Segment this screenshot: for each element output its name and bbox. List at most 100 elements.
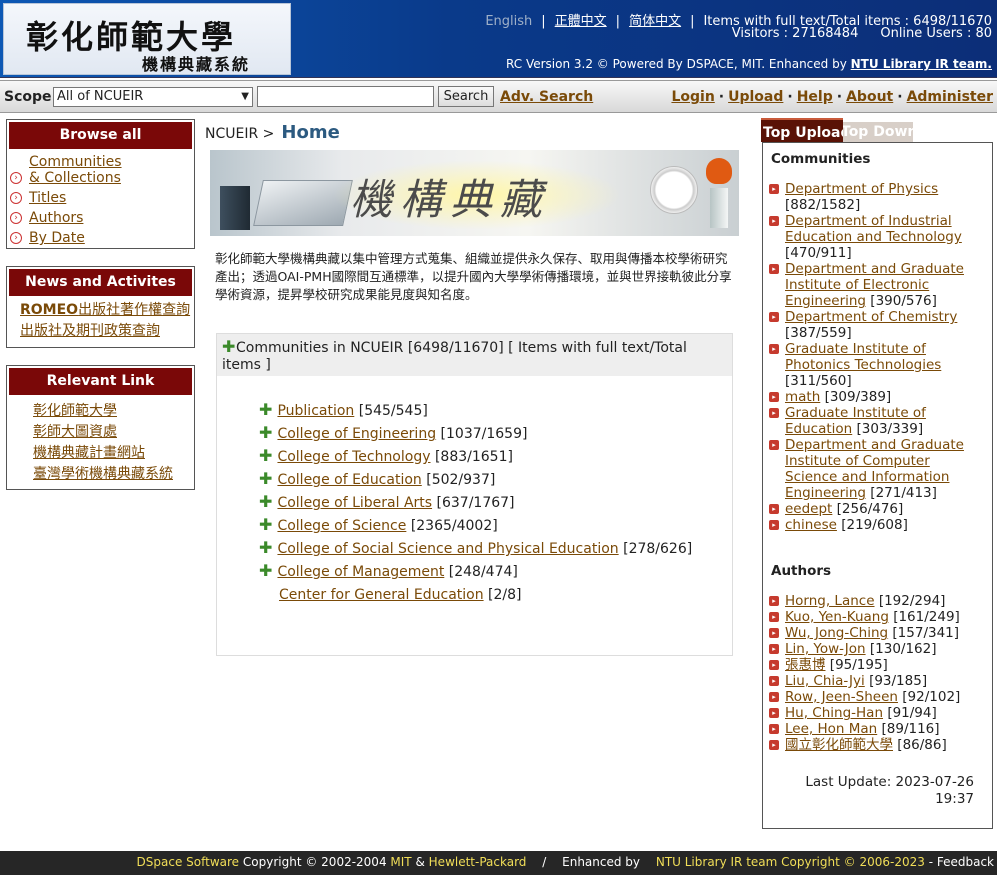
footer-enhanced: Enhanced by: [562, 855, 641, 869]
ir-project-link[interactable]: 機構典藏計畫網站: [33, 445, 145, 461]
relevant-link-item[interactable]: 彰化師範大學: [7, 401, 194, 422]
plus-icon[interactable]: ✚: [259, 563, 273, 579]
ranking-link-cont[interactable]: Engineering: [785, 293, 866, 309]
hp-link[interactable]: Hewlett-Packard: [429, 855, 527, 869]
ncue-link[interactable]: 彰化師範大學: [33, 403, 117, 419]
ranking-link-cont[interactable]: Institute of Electronic: [785, 277, 929, 293]
arrow-square-icon: ▸: [769, 520, 779, 530]
administer-link[interactable]: Administer: [907, 89, 993, 105]
arrow-square-icon: ▸: [769, 392, 779, 402]
browse-authors-link[interactable]: Authors: [29, 210, 83, 226]
author-link[interactable]: Hu, Ching-Han: [785, 705, 883, 721]
plus-icon[interactable]: ✚: [222, 339, 236, 355]
author-link[interactable]: Horng, Lance: [785, 593, 875, 609]
ranking-link[interactable]: Department and Graduate: [785, 261, 964, 277]
intro-text: 彰化師範大學機構典藏以集中管理方式蒐集、組織並提供永久保存、取用與傳播本校學術研…: [215, 251, 732, 302]
lang-simplified-link[interactable]: 简体中文: [629, 14, 681, 29]
ranking-link-cont[interactable]: Engineering: [785, 485, 866, 501]
browse-authors[interactable]: › Authors: [7, 208, 194, 228]
ranking-link-cont[interactable]: Education and Technology: [785, 229, 962, 245]
plus-icon[interactable]: ✚: [259, 471, 273, 487]
plus-icon[interactable]: ✚: [259, 425, 273, 441]
author-link[interactable]: Wu, Jong-Ching: [785, 625, 888, 641]
community-link[interactable]: Publication: [277, 403, 354, 419]
ranking-link-cont[interactable]: Photonics Technologies: [785, 357, 941, 373]
ranking-link[interactable]: Graduate Institute of: [785, 341, 926, 357]
advanced-search-link[interactable]: Adv. Search: [500, 89, 593, 105]
community-count: [2365/4002]: [410, 518, 498, 534]
author-link[interactable]: 張惠博: [785, 657, 826, 673]
breadcrumb-root[interactable]: NCUEIR >: [205, 126, 274, 142]
plus-icon[interactable]: ✚: [259, 540, 273, 556]
browse-collections-link[interactable]: & Collections: [29, 170, 121, 186]
author-link[interactable]: Kuo, Yen-Kuang: [785, 609, 889, 625]
author-link[interactable]: Lee, Hon Man: [785, 721, 877, 737]
upload-link[interactable]: Upload: [728, 89, 783, 105]
ranking-link[interactable]: Department and Graduate: [785, 437, 964, 453]
author-link[interactable]: Lin, Yow-Jon: [785, 641, 866, 657]
ranking-link-cont[interactable]: Science and Information: [785, 469, 949, 485]
site-logo[interactable]: 彰化師範大學 機構典藏系統: [3, 3, 291, 75]
community-link[interactable]: College of Social Science and Physical E…: [277, 541, 618, 557]
plus-icon[interactable]: ✚: [259, 402, 273, 418]
arrow-square-icon: ▸: [769, 628, 779, 638]
community-link[interactable]: College of Management: [277, 564, 444, 580]
community-link[interactable]: College of Technology: [277, 449, 430, 465]
login-link[interactable]: Login: [671, 89, 714, 105]
ntu-team-link[interactable]: NTU Library IR team.: [851, 57, 992, 71]
about-link[interactable]: About: [846, 89, 893, 105]
author-link[interactable]: Row, Jeen-Sheen: [785, 689, 898, 705]
ranking-link[interactable]: eedept: [785, 501, 832, 517]
community-link[interactable]: College of Engineering: [277, 426, 436, 442]
community-count: [545/545]: [358, 403, 428, 419]
ranking-link-cont[interactable]: Education: [785, 421, 852, 437]
ranking-link-cont[interactable]: Institute of Computer: [785, 453, 930, 469]
ranking-link[interactable]: math: [785, 389, 820, 405]
romeo-link[interactable]: ROMEO出版社著作權查詢: [20, 302, 190, 318]
help-link[interactable]: Help: [797, 89, 833, 105]
ranking-link[interactable]: Graduate Institute of: [785, 405, 926, 421]
browse-communities-link[interactable]: Communities: [29, 154, 122, 170]
tab-top-download[interactable]: Top Download: [839, 122, 913, 142]
browse-titles-link[interactable]: Titles: [29, 190, 66, 206]
relevant-link-item[interactable]: 彰師大圖資處: [7, 422, 194, 443]
library-link[interactable]: 彰師大圖資處: [33, 424, 117, 440]
browse-titles[interactable]: › Titles: [7, 188, 194, 208]
ranking-link[interactable]: Department of Physics: [785, 181, 938, 197]
scope-select[interactable]: All of NCUEIR ▼: [53, 87, 253, 107]
arrow-circle-icon: ›: [10, 232, 22, 244]
ranking-link[interactable]: Department of Industrial: [785, 213, 952, 229]
tab-top-upload[interactable]: Top Upload: [761, 118, 843, 142]
news-item-policy[interactable]: 出版社及期刊政策查詢: [7, 321, 194, 342]
ranking-item: ▸ Graduate Institute of Education [303/339…: [768, 405, 988, 437]
feedback-link[interactable]: - Feedback: [929, 855, 994, 869]
policy-link[interactable]: 出版社及期刊政策查詢: [20, 323, 160, 339]
community-link[interactable]: College of Science: [277, 518, 406, 534]
browse-date[interactable]: › By Date: [7, 228, 194, 248]
plus-icon[interactable]: ✚: [259, 448, 273, 464]
ntu-footer-link[interactable]: NTU Library IR team: [656, 855, 778, 869]
community-link[interactable]: Center for General Education: [279, 587, 484, 603]
author-link[interactable]: Liu, Chia-Jyi: [785, 673, 865, 689]
lang-traditional-link[interactable]: 正體中文: [555, 14, 607, 29]
relevant-link-item[interactable]: 機構典藏計畫網站: [7, 443, 194, 464]
dspace-link[interactable]: DSpace Software: [137, 855, 240, 869]
ranking-link[interactable]: Department of Chemistry: [785, 309, 957, 325]
news-item-romeo[interactable]: ROMEO出版社著作權查詢: [7, 300, 194, 321]
ranking-link[interactable]: chinese: [785, 517, 837, 533]
search-input[interactable]: [257, 86, 434, 107]
browse-date-link[interactable]: By Date: [29, 230, 85, 246]
relevant-link-item[interactable]: 臺灣學術機構典藏系統: [7, 464, 194, 485]
author-link[interactable]: 國立彰化師範大學: [785, 737, 893, 753]
author-item: ▸ Lin, Yow-Jon [130/162]: [768, 641, 988, 657]
plus-icon[interactable]: ✚: [259, 494, 273, 510]
tair-link[interactable]: 臺灣學術機構典藏系統: [33, 466, 173, 482]
search-button[interactable]: Search: [438, 86, 494, 107]
mit-link[interactable]: MIT: [390, 855, 411, 869]
plus-icon[interactable]: ✚: [259, 517, 273, 533]
browse-communities[interactable]: Communities › & Collections: [7, 154, 194, 186]
community-link[interactable]: College of Education: [277, 472, 421, 488]
browse-title: Browse all: [9, 122, 192, 149]
arrow-square-icon: ▸: [769, 184, 779, 194]
community-link[interactable]: College of Liberal Arts: [277, 495, 432, 511]
